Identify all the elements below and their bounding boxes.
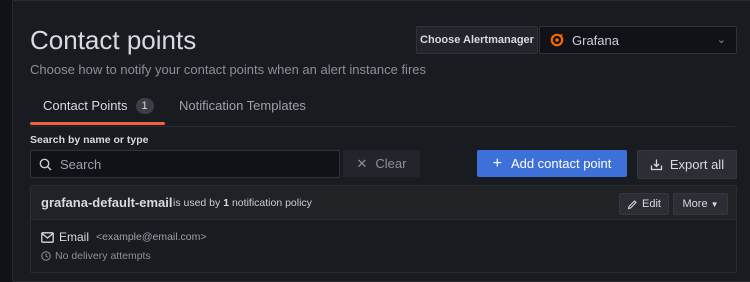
clear-button-label: Clear [375, 156, 407, 171]
tab-count-badge: 1 [135, 98, 154, 114]
envelope-icon [41, 231, 54, 243]
delivery-status-text: No delivery attempts [55, 250, 151, 262]
alertmanager-label: Choose Alertmanager [416, 26, 538, 54]
integration-address: <example@email.com> [96, 231, 207, 243]
edit-button[interactable]: Edit [619, 193, 669, 215]
clear-button[interactable]: ✕ Clear [343, 150, 420, 177]
plus-icon: + [492, 154, 502, 172]
grafana-logo-icon [550, 33, 564, 47]
pencil-icon [627, 199, 637, 209]
tab-notification-templates-label: Notification Templates [179, 98, 306, 113]
contact-point-card: grafana-default-email is used by 1 notif… [30, 185, 737, 273]
export-all-label: Export all [669, 157, 725, 172]
add-contact-point-button[interactable]: + Add contact point [477, 150, 627, 177]
search-icon [39, 158, 52, 171]
edit-button-label: Edit [642, 198, 661, 210]
search-input[interactable] [58, 155, 322, 173]
active-tab-indicator [30, 122, 165, 125]
close-icon: ✕ [356, 155, 368, 171]
usage-suffix: notification policy [231, 197, 312, 209]
clock-icon [41, 251, 51, 261]
tab-notification-templates[interactable]: Notification Templates [179, 98, 339, 126]
contact-point-usage: is used by 1 notification policy [173, 197, 312, 209]
chevron-down-icon: ▼ [710, 199, 719, 209]
search-field[interactable] [30, 150, 340, 178]
alertmanager-selected-value: Grafana [572, 32, 619, 48]
tabs-divider [30, 126, 735, 127]
usage-prefix: is used by [173, 197, 221, 209]
more-button[interactable]: More ▼ [673, 193, 728, 215]
export-all-button[interactable]: Export all [637, 150, 737, 179]
page-title: Contact points [30, 25, 197, 55]
tab-contact-points-label: Contact Points [43, 98, 128, 113]
alertmanager-select[interactable]: Grafana ⌄ [539, 26, 737, 54]
usage-count: 1 [223, 197, 230, 209]
integration-row: Email <example@email.com> [41, 230, 206, 244]
add-contact-point-label: Add contact point [510, 156, 612, 171]
more-button-label: More [682, 198, 708, 210]
chevron-down-icon: ⌄ [716, 34, 726, 46]
tab-contact-points[interactable]: Contact Points 1 [30, 98, 165, 126]
export-icon [650, 159, 663, 171]
delivery-status: No delivery attempts [41, 250, 151, 262]
page-subtitle: Choose how to notify your contact points… [30, 62, 426, 77]
contact-point-name: grafana-default-email [41, 195, 173, 210]
integration-type: Email [59, 230, 90, 244]
contact-point-header: grafana-default-email is used by 1 notif… [31, 186, 736, 220]
search-label: Search by name or type [30, 134, 149, 146]
